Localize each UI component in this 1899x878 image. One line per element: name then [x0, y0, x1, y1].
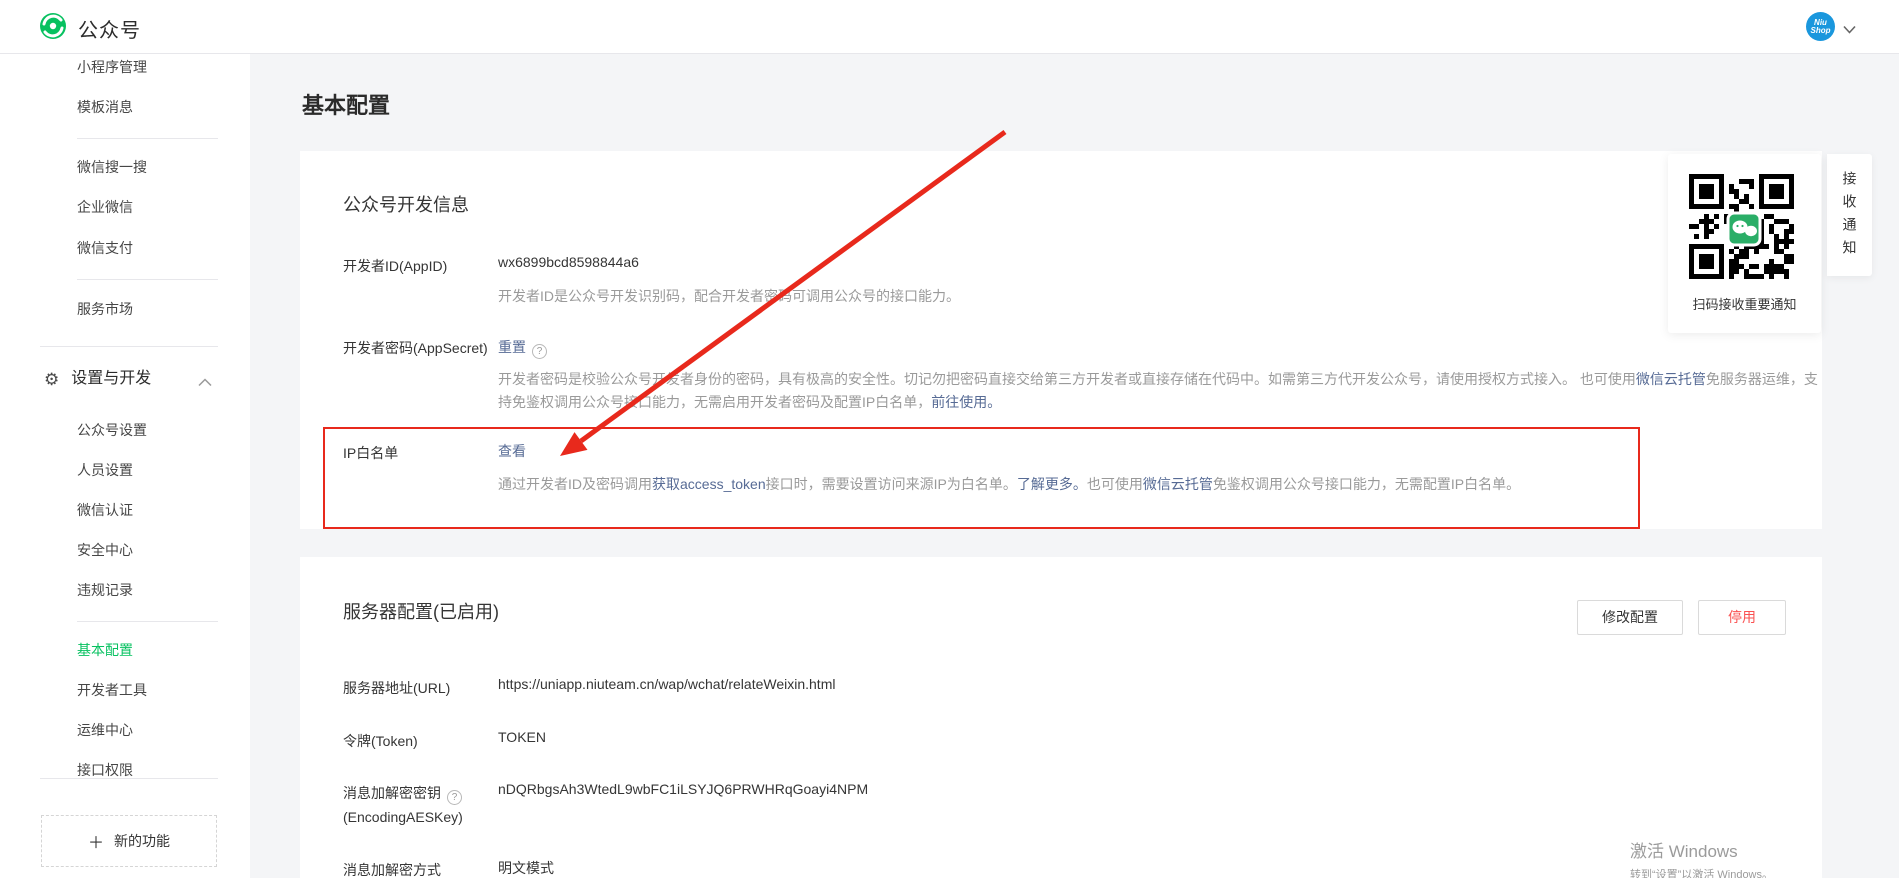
sidebar-divider	[77, 138, 218, 139]
aeskey-label: 消息加解密密钥? (EncodingAESKey)	[343, 781, 523, 829]
sidebar-item-template-msg[interactable]: 模板消息	[77, 97, 133, 117]
sidebar-item-staff-settings[interactable]: 人员设置	[77, 460, 133, 480]
cloudrun-link[interactable]: 微信云托管	[1636, 371, 1706, 387]
token-value: TOKEN	[498, 729, 546, 745]
server-config-section-title: 服务器配置(已启用)	[343, 598, 499, 624]
token-label: 令牌(Token)	[343, 729, 495, 753]
sidebar-item-wechat-search[interactable]: 微信搜一搜	[77, 157, 147, 177]
appid-value: wx6899bcd8598844a6	[498, 254, 639, 270]
view-ip-whitelist-link[interactable]: 查看	[498, 443, 526, 459]
ip-whitelist-desc: 通过开发者ID及密码调用获取access_token接口时，需要设置访问来源IP…	[498, 473, 1828, 496]
ip-desc-text: 通过开发者ID及密码调用	[498, 476, 652, 492]
qr-panel: 扫码接收重要通知	[1668, 154, 1821, 333]
sidebar-item-miniprogram[interactable]: 小程序管理	[77, 57, 147, 77]
aeskey-label-line1: 消息加解密密钥	[343, 785, 441, 801]
wechat-official-account-logo-icon	[38, 11, 68, 46]
sidebar: 小程序管理 模板消息 微信搜一搜 企业微信 微信支付 服务市场 ⚙ 设置与开发 …	[0, 54, 250, 878]
reset-appsecret-link[interactable]: 重置	[498, 339, 526, 355]
sidebar-divider	[40, 346, 218, 347]
ip-desc-text: 免鉴权调用公众号接口能力，无需配置IP白名单。	[1213, 476, 1520, 492]
appsecret-actions: 重置?	[498, 337, 547, 359]
sidebar-item-account-settings[interactable]: 公众号设置	[77, 420, 147, 440]
dev-info-card: 公众号开发信息 开发者ID(AppID) wx6899bcd8598844a6 …	[300, 151, 1822, 529]
get-access-token-link[interactable]: 获取access_token	[652, 476, 766, 492]
appsecret-label: 开发者密码(AppSecret)	[343, 336, 495, 360]
sidebar-item-api-permission[interactable]: 接口权限	[77, 760, 133, 780]
server-url-value: https://uniapp.niuteam.cn/wap/wchat/rela…	[498, 676, 835, 692]
account-avatar[interactable]: Niu Shop	[1806, 12, 1835, 41]
learn-more-link[interactable]: 了解更多。	[1017, 476, 1087, 492]
ip-whitelist-label: IP白名单	[343, 441, 495, 465]
sidebar-item-ops-center[interactable]: 运维中心	[77, 720, 133, 740]
brand[interactable]: 公众号	[38, 11, 141, 46]
sidebar-item-violation-record[interactable]: 违规记录	[77, 580, 133, 600]
server-url-label: 服务器地址(URL)	[343, 676, 495, 700]
server-config-card: 服务器配置(已启用) 修改配置 停用 服务器地址(URL) https://un…	[300, 557, 1822, 878]
encrypt-mode-label: 消息加解密方式	[343, 858, 495, 878]
receive-notification-tab[interactable]: 接收通知	[1827, 154, 1872, 276]
new-feature-label: 新的功能	[114, 831, 170, 851]
brand-title: 公众号	[78, 14, 141, 43]
chevron-up-icon[interactable]	[198, 374, 212, 392]
sidebar-item-wework[interactable]: 企业微信	[77, 197, 133, 217]
ip-desc-text: 接口时，需要设置访问来源IP为白名单。	[766, 476, 1017, 492]
appsecret-desc-text: 开发者密码是校验公众号开发者身份的密码，具有极高的安全性。切记勿把密码直接交给第…	[498, 371, 1636, 387]
top-header: 公众号 Niu Shop	[0, 0, 1899, 54]
sidebar-item-dev-tools[interactable]: 开发者工具	[77, 680, 147, 700]
modify-config-button[interactable]: 修改配置	[1577, 600, 1683, 635]
appsecret-desc: 开发者密码是校验公众号开发者身份的密码，具有极高的安全性。切记勿把密码直接交给第…	[498, 368, 1828, 414]
dev-info-section-title: 公众号开发信息	[343, 191, 469, 217]
cloudrun-link[interactable]: 微信云托管	[1143, 476, 1213, 492]
help-question-icon[interactable]: ?	[447, 790, 462, 805]
aeskey-label-line2: (EncodingAESKey)	[343, 809, 463, 825]
sidebar-item-wechat-verify[interactable]: 微信认证	[77, 500, 133, 520]
new-feature-button[interactable]: ＋ 新的功能	[41, 815, 217, 867]
sidebar-item-basic-config[interactable]: 基本配置	[77, 640, 133, 660]
chevron-down-icon[interactable]	[1843, 21, 1856, 39]
page: 公众号 Niu Shop 小程序管理 模板消息 微信搜一搜 企业微信 微信支付 …	[0, 0, 1899, 878]
sidebar-item-wechat-pay[interactable]: 微信支付	[77, 238, 133, 258]
sidebar-group-settings-dev[interactable]: ⚙ 设置与开发	[44, 368, 151, 390]
plus-icon: ＋	[88, 829, 104, 853]
sidebar-divider	[40, 778, 218, 779]
gear-icon: ⚙	[44, 371, 59, 388]
disable-button[interactable]: 停用	[1698, 600, 1786, 635]
page-title: 基本配置	[302, 88, 390, 120]
sidebar-item-security-center[interactable]: 安全中心	[77, 540, 133, 560]
appid-label: 开发者ID(AppID)	[343, 254, 495, 278]
appid-desc: 开发者ID是公众号开发识别码，配合开发者密码可调用公众号的接口能力。	[498, 285, 1828, 308]
aeskey-value: nDQRbgsAh3WtedL9wbFC1iLSYJQ6PRWHRqGoayi4…	[498, 781, 868, 797]
sidebar-divider	[77, 279, 218, 280]
qr-caption: 扫码接收重要通知	[1668, 294, 1821, 313]
encrypt-mode-value: 明文模式	[498, 858, 554, 878]
sidebar-divider	[77, 621, 218, 622]
receive-notification-label: 接收通知	[1840, 171, 1860, 263]
help-question-icon[interactable]: ?	[532, 344, 547, 359]
avatar-text-line2: Shop	[1811, 27, 1831, 35]
ip-desc-text: 也可使用	[1087, 476, 1143, 492]
sidebar-item-service-market[interactable]: 服务市场	[77, 299, 133, 319]
sidebar-group-label: 设置与开发	[71, 368, 151, 390]
go-use-link[interactable]: 前往使用。	[931, 394, 1001, 410]
qr-code-image	[1685, 170, 1803, 288]
